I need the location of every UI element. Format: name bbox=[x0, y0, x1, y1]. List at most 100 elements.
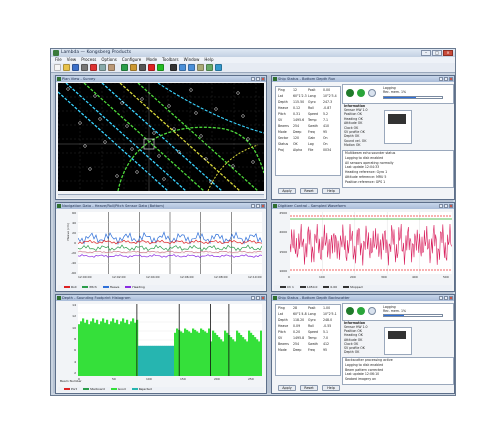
play-icon[interactable] bbox=[157, 64, 164, 71]
close-button[interactable]: × bbox=[443, 50, 453, 56]
open-icon[interactable] bbox=[63, 64, 70, 71]
legend-label: Stopped bbox=[350, 285, 363, 289]
maximize-button[interactable] bbox=[444, 204, 448, 208]
x-tick-label: 100 bbox=[319, 275, 325, 279]
help-button[interactable]: Help bbox=[322, 188, 340, 194]
waveform-icon[interactable] bbox=[130, 64, 137, 71]
legend-swatch bbox=[110, 388, 117, 390]
chart-icon[interactable] bbox=[121, 64, 128, 71]
info-item: All sensors operating normally bbox=[345, 160, 394, 165]
histogram-bar bbox=[202, 329, 205, 376]
help-icon[interactable] bbox=[215, 64, 222, 71]
window-icon bbox=[273, 296, 277, 300]
minimize-button[interactable] bbox=[439, 204, 443, 208]
legend: Roll Pitch Heave Heading bbox=[58, 285, 264, 290]
histogram-bar bbox=[198, 332, 201, 376]
histogram-bar bbox=[170, 345, 173, 376]
maximize-button[interactable] bbox=[444, 296, 448, 300]
maximize-button[interactable] bbox=[256, 204, 260, 208]
new-icon[interactable] bbox=[54, 64, 61, 71]
field-value: 247.3 bbox=[323, 100, 333, 104]
histogram-bar bbox=[206, 332, 209, 376]
minimize-button[interactable] bbox=[439, 296, 443, 300]
maximize-button[interactable] bbox=[256, 77, 260, 81]
legend-item: 1450.0 bbox=[299, 285, 317, 290]
waveform-plot[interactable] bbox=[290, 212, 452, 274]
ship-status-window-2[interactable]: Ship Status - Bottom Depth Backscatter P… bbox=[271, 294, 455, 394]
histogram-bar bbox=[160, 345, 163, 376]
timeseries-plot[interactable] bbox=[78, 212, 262, 274]
x-tick-label: 12:10:00 bbox=[248, 275, 262, 279]
save-icon[interactable] bbox=[72, 64, 79, 71]
plan-view-canvas[interactable] bbox=[58, 83, 264, 191]
legend-item: Ch 1 bbox=[280, 285, 294, 290]
legend-label: Good bbox=[117, 387, 126, 391]
maximize-button[interactable]: □ bbox=[432, 50, 442, 56]
histogram-bar bbox=[218, 337, 221, 376]
timeseries-window[interactable]: Navigation Data - Heave/Roll/Pitch Senso… bbox=[55, 202, 267, 292]
histogram-plot[interactable] bbox=[78, 304, 262, 376]
field-value: -0.55 bbox=[323, 324, 332, 328]
maximize-button[interactable] bbox=[256, 296, 260, 300]
maximize-button[interactable] bbox=[444, 77, 448, 81]
y-tick-label: 20 bbox=[72, 231, 76, 235]
field-value: 118.20 bbox=[293, 318, 305, 322]
status-indicator-panel: Logging Rec. mem. 1% bbox=[342, 84, 454, 104]
minimize-button[interactable] bbox=[251, 77, 255, 81]
x-tick-label: 12:04:00 bbox=[146, 275, 160, 279]
field-value: 1495.8 bbox=[293, 336, 305, 340]
cut-icon[interactable] bbox=[90, 64, 97, 71]
histogram-bar bbox=[104, 322, 107, 376]
stop-icon[interactable] bbox=[170, 64, 177, 71]
memory-progress-fill bbox=[384, 315, 405, 316]
close-button[interactable] bbox=[449, 77, 453, 81]
y-tick-label: 0 bbox=[74, 241, 76, 245]
minimize-button[interactable] bbox=[439, 77, 443, 81]
field-label: Lat bbox=[278, 312, 283, 316]
y-tick-label: 14 bbox=[72, 303, 76, 307]
copy-icon[interactable] bbox=[99, 64, 106, 71]
grid-icon[interactable] bbox=[206, 64, 213, 71]
zoom-out-icon[interactable] bbox=[188, 64, 195, 71]
y-tick-label: 60 bbox=[72, 211, 76, 215]
pan-icon[interactable] bbox=[197, 64, 204, 71]
record-icon[interactable] bbox=[148, 64, 155, 71]
waveform-window[interactable]: Digitizer Control - Sampled Waveform Ch … bbox=[271, 202, 455, 292]
minimize-button[interactable] bbox=[251, 296, 255, 300]
minimize-button[interactable]: – bbox=[421, 50, 431, 56]
close-button[interactable] bbox=[449, 204, 453, 208]
apply-button[interactable]: Apply bbox=[278, 385, 296, 391]
idle-led-icon bbox=[368, 89, 376, 97]
x-tick-label: 50 bbox=[112, 377, 116, 381]
help-button[interactable]: Help bbox=[322, 385, 340, 391]
settings-icon[interactable] bbox=[139, 64, 146, 71]
histogram-window[interactable]: Depth - Sounding Footprint Histogram Bea… bbox=[55, 294, 267, 394]
close-button[interactable] bbox=[261, 204, 265, 208]
field-value: 60°1'2.3 bbox=[293, 94, 307, 98]
close-button[interactable] bbox=[449, 296, 453, 300]
title-bar: Lambda — Kongsberg Products – □ × bbox=[51, 49, 455, 57]
histogram-bar bbox=[168, 345, 171, 376]
field-value: On bbox=[323, 142, 328, 146]
print-icon[interactable] bbox=[81, 64, 88, 71]
close-button[interactable] bbox=[261, 296, 265, 300]
y-tick-label: 2000 bbox=[279, 230, 287, 235]
apply-button[interactable]: Apply bbox=[278, 188, 296, 194]
zoom-in-icon[interactable] bbox=[179, 64, 186, 71]
horizontal-scrollbar[interactable] bbox=[58, 194, 264, 198]
histogram-bar bbox=[130, 321, 133, 376]
histogram-bar bbox=[188, 331, 191, 376]
ship-status-window[interactable]: Ship Status - Bottom Depth Run Ping 12 Pos… bbox=[271, 75, 455, 200]
reset-button[interactable]: Reset bbox=[300, 385, 318, 391]
field-value: 0.09 bbox=[293, 324, 301, 328]
minimize-button[interactable] bbox=[251, 204, 255, 208]
waveform-status-bar: Ch 1 1450.0 0.00 Stopped bbox=[274, 285, 452, 290]
reset-button[interactable]: Reset bbox=[300, 188, 318, 194]
histogram-bar bbox=[244, 339, 247, 376]
y-tick-label: 10 bbox=[72, 325, 76, 330]
histogram-bar bbox=[90, 321, 93, 376]
status-table: Ping 28 Posit 1.00 Lat 60°1'4.8 Long 10°2'5.1 De… bbox=[275, 304, 341, 376]
paste-icon[interactable] bbox=[108, 64, 115, 71]
close-button[interactable] bbox=[261, 77, 265, 81]
plan-view-window[interactable]: Plan View - Survey bbox=[55, 75, 267, 200]
